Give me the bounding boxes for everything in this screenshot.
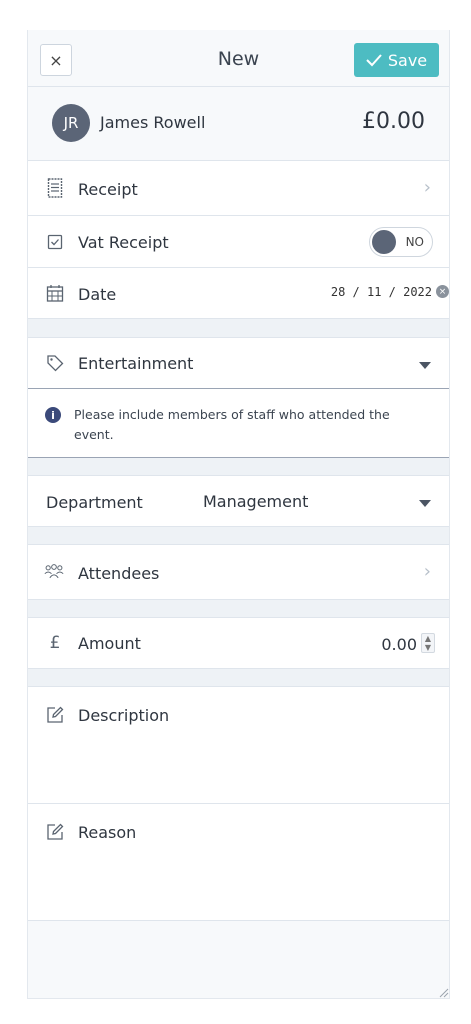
section-gap	[28, 527, 449, 545]
avatar-initials: JR	[63, 114, 79, 132]
amount-stepper[interactable]: ▲ ▼	[421, 633, 435, 653]
department-value: Management	[203, 492, 309, 511]
vat-receipt-label: Vat Receipt	[78, 233, 169, 252]
amount-label: Amount	[78, 634, 141, 653]
save-button[interactable]: Save	[354, 43, 439, 77]
check-icon	[366, 54, 382, 67]
date-input[interactable]: 28 / 11 / 2022	[331, 285, 432, 299]
section-gap	[28, 600, 449, 618]
amount-input[interactable]: 0.00	[381, 635, 417, 654]
description-label: Description	[78, 706, 170, 725]
expense-form-panel: × New Save JR James Rowell £0.00 Receipt	[27, 30, 450, 999]
toggle-state: NO	[405, 235, 424, 249]
info-icon: i	[45, 407, 61, 423]
people-icon	[44, 562, 64, 582]
amount-row: £ Amount 0.00 ▲ ▼	[28, 618, 449, 669]
chevron-right-icon: ›	[423, 561, 431, 582]
calendar-icon	[45, 283, 65, 303]
edit-icon	[45, 822, 65, 842]
description-field[interactable]: Description	[28, 687, 449, 804]
attendees-label: Attendees	[78, 564, 160, 583]
pound-icon: £	[49, 633, 61, 653]
chevron-right-icon: ›	[423, 177, 431, 198]
form-header: × New Save	[28, 30, 449, 87]
date-label: Date	[78, 285, 117, 304]
info-notice: i Please include members of staff who at…	[28, 389, 449, 458]
caret-down-icon	[419, 500, 431, 507]
department-select[interactable]: Department Management	[28, 476, 449, 527]
section-gap	[28, 669, 449, 687]
info-text: Please include members of staff who atte…	[74, 407, 390, 442]
category-select[interactable]: Entertainment	[28, 338, 449, 389]
reason-field[interactable]: Reason	[28, 804, 449, 921]
toggle-knob	[372, 230, 396, 254]
receipt-icon	[45, 178, 65, 198]
department-label: Department	[46, 493, 143, 512]
save-label: Save	[387, 50, 428, 70]
receipt-row[interactable]: Receipt ›	[28, 161, 449, 216]
section-gap	[28, 319, 449, 338]
section-gap	[28, 458, 449, 476]
claimant-name: James Rowell	[100, 113, 206, 132]
reason-label: Reason	[78, 823, 137, 842]
clear-date-icon[interactable]: ×	[436, 285, 449, 298]
caret-down-icon	[419, 362, 431, 369]
tag-icon	[45, 353, 65, 373]
category-value: Entertainment	[78, 354, 194, 373]
edit-icon	[45, 705, 65, 725]
resize-grip-icon[interactable]	[437, 986, 449, 998]
checkbox-icon	[45, 232, 65, 252]
vat-receipt-row: Vat Receipt NO	[28, 216, 449, 268]
claim-total: £0.00	[362, 109, 425, 134]
date-row: Date 28 / 11 / 2022 ×	[28, 268, 449, 319]
avatar: JR	[52, 104, 90, 142]
receipt-label: Receipt	[78, 180, 138, 199]
vat-receipt-toggle[interactable]: NO	[369, 227, 433, 257]
claimant-row: JR James Rowell £0.00	[28, 87, 449, 161]
attendees-row[interactable]: Attendees ›	[28, 545, 449, 600]
